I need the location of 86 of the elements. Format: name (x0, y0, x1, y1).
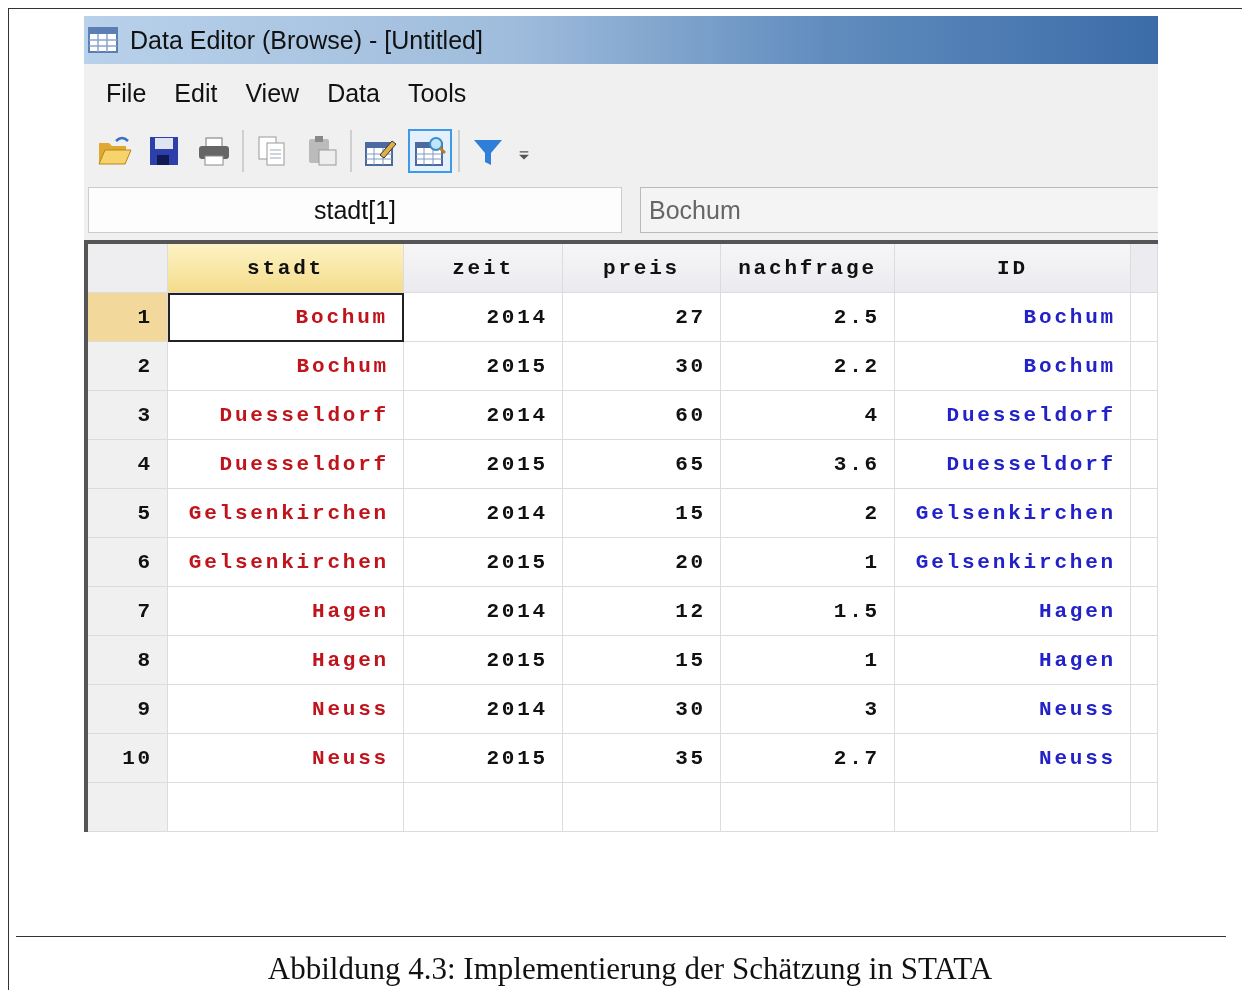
table-icon (88, 27, 118, 53)
menu-item[interactable]: Edit (164, 78, 236, 108)
table-cell: Bochum (895, 293, 1131, 342)
table-cell: 2014 (404, 489, 563, 538)
empty-cell (1131, 636, 1158, 685)
table-cell: 20 (563, 538, 721, 587)
table-cell: Hagen (168, 587, 404, 636)
table-cell: Gelsenkirchen (168, 489, 404, 538)
row-number[interactable]: 3 (88, 391, 168, 440)
table-cell: Neuss (895, 734, 1131, 783)
window-title: Data Editor (Browse) - [Untitled] (130, 25, 483, 55)
browse-icon[interactable] (408, 129, 452, 173)
table-cell: Gelsenkirchen (895, 538, 1131, 587)
table-cell: 2.5 (721, 293, 895, 342)
table-cell: 1 (721, 538, 895, 587)
row-number[interactable]: 7 (88, 587, 168, 636)
table-cell: Duesseldorf (895, 440, 1131, 489)
table-cell: Bochum (168, 342, 404, 391)
menu-item[interactable]: Data (317, 78, 398, 108)
row-number[interactable]: 4 (88, 440, 168, 489)
table-cell: 30 (563, 685, 721, 734)
menu-item[interactable]: File (96, 78, 165, 108)
column-header[interactable]: stadt (168, 244, 404, 293)
table-cell: 2.2 (721, 342, 895, 391)
table-cell: 2014 (404, 685, 563, 734)
table-cell: 60 (563, 391, 721, 440)
table-cell: 3.6 (721, 440, 895, 489)
menu-item[interactable]: View (235, 78, 318, 108)
table-cell: 2014 (404, 587, 563, 636)
column-header[interactable]: nachfrage (721, 244, 895, 293)
column-header[interactable]: zeit (404, 244, 563, 293)
empty-cell (1131, 783, 1158, 832)
table-cell: 3 (721, 685, 895, 734)
table-cell: 2015 (404, 342, 563, 391)
row-number[interactable]: 9 (88, 685, 168, 734)
table-cell: 2015 (404, 636, 563, 685)
table-cell: Duesseldorf (168, 440, 404, 489)
row-number[interactable]: 8 (88, 636, 168, 685)
row-number[interactable]: 1 (88, 293, 168, 342)
table-cell: Neuss (895, 685, 1131, 734)
empty-cell (1131, 538, 1158, 587)
table-cell: Gelsenkirchen (168, 538, 404, 587)
table-cell: Hagen (895, 636, 1131, 685)
empty-cell (1131, 587, 1158, 636)
cell-value-field[interactable]: Bochum (640, 187, 1158, 233)
table-cell: 35 (563, 734, 721, 783)
table-cell: 2.7 (721, 734, 895, 783)
column-header[interactable]: ID (895, 244, 1131, 293)
table-cell: Duesseldorf (168, 391, 404, 440)
table-cell: 27 (563, 293, 721, 342)
table-cell: Bochum (168, 293, 404, 342)
table-cell: Hagen (168, 636, 404, 685)
empty-cell (1131, 440, 1158, 489)
row-number[interactable]: 10 (88, 734, 168, 783)
table-cell: 2015 (404, 440, 563, 489)
table-cell: 2 (721, 489, 895, 538)
table-cell: Neuss (168, 685, 404, 734)
table-cell: 4 (721, 391, 895, 440)
menu-item[interactable]: Tools (397, 78, 485, 108)
table-cell: 2014 (404, 391, 563, 440)
table-cell: Bochum (895, 342, 1131, 391)
table-cell: 30 (563, 342, 721, 391)
row-number[interactable]: 5 (88, 489, 168, 538)
column-header[interactable]: preis (563, 244, 721, 293)
empty-cell (1131, 489, 1158, 538)
row-number[interactable]: 6 (88, 538, 168, 587)
empty-cell (1131, 685, 1158, 734)
table-cell: 2015 (404, 734, 563, 783)
table-cell: Hagen (895, 587, 1131, 636)
table-cell: Gelsenkirchen (895, 489, 1131, 538)
empty-cell (1131, 391, 1158, 440)
table-cell: 1.5 (721, 587, 895, 636)
table-cell: Neuss (168, 734, 404, 783)
row-number[interactable]: 2 (88, 342, 168, 391)
table-cell: 65 (563, 440, 721, 489)
table-cell: 2015 (404, 538, 563, 587)
table-cell: 15 (563, 489, 721, 538)
empty-cell (1131, 342, 1158, 391)
empty-cell (1131, 734, 1158, 783)
variable-name-field[interactable]: stadt[1] (88, 187, 622, 233)
figure-caption: Abbildung 4.3: Implementierung der Schätzung in STATA (266, 950, 994, 987)
table-cell: 12 (563, 587, 721, 636)
table-cell: 1 (721, 636, 895, 685)
table-cell: Duesseldorf (895, 391, 1131, 440)
table-cell: 15 (563, 636, 721, 685)
table-cell: 2014 (404, 293, 563, 342)
